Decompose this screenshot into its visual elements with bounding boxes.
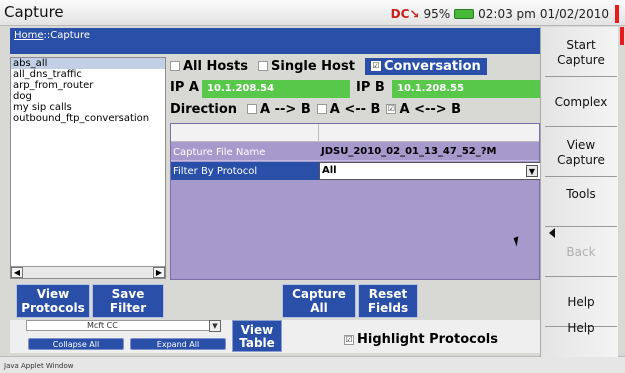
mouse-pointer-icon	[513, 236, 522, 247]
single-host-label: Single Host	[271, 58, 355, 74]
protocol-scroll-text: Mcft CC	[87, 321, 118, 330]
table-header-cell	[171, 124, 319, 142]
underlying-panel: Mcft CC ▼ Collapse All Expand All View Ta…	[10, 320, 540, 353]
table-row[interactable]: Filter By Protocol All ▼	[171, 162, 541, 180]
direction-option-b-to-a[interactable]: A <-- B	[316, 101, 381, 117]
conversation-label: Conversation	[383, 58, 481, 74]
all-hosts-label: All Hosts	[183, 58, 248, 74]
chevron-down-icon[interactable]: ▼	[526, 165, 538, 177]
checkbox-checked-icon[interactable]: ☑	[370, 61, 381, 71]
capture-file-name-label: Capture File Name	[173, 147, 266, 158]
battery-percent: 95%	[423, 7, 451, 21]
ip-b-field[interactable]: 10.1.208.55	[392, 80, 540, 98]
action-buttons: View Protocols Save Filter Capture All Rese…	[10, 284, 540, 318]
status-area: DC↘ 95% 02:03 pm 01/02/2010	[391, 5, 619, 23]
red-indicator	[620, 27, 624, 45]
capture-file-name-value[interactable]: JDSU_2010_02_01_13_47_52_?M	[321, 146, 497, 157]
app-title: Capture	[4, 3, 64, 21]
complex-button[interactable]: Complex	[545, 79, 617, 127]
breadcrumb: Home::Capture	[10, 28, 540, 54]
filter-list-item[interactable]: my sip calls	[11, 102, 165, 113]
save-filter-button[interactable]: Save Filter	[92, 284, 164, 318]
tools-button[interactable]: Tools	[545, 179, 617, 227]
title-bar: Capture DC↘ 95% 02:03 pm 01/02/2010	[0, 0, 625, 26]
breadcrumb-current: Capture	[50, 30, 91, 41]
breadcrumb-home-link[interactable]: Home	[14, 30, 44, 41]
start-capture-button[interactable]: Start Capture	[545, 29, 617, 77]
all-hosts-option[interactable]: All Hosts	[170, 59, 248, 74]
direction-row: Direction A --> B A <-- B ☑ A <--> B	[170, 100, 540, 118]
red-indicator	[615, 5, 619, 23]
direction-b-to-a-label: A <-- B	[329, 101, 381, 117]
ip-a-field[interactable]: 10.1.208.54	[202, 80, 350, 98]
checkbox-checked-icon[interactable]: ☑	[344, 334, 354, 345]
table-row[interactable]: Capture File Name JDSU_2010_02_01_13_47_…	[171, 143, 539, 161]
protocol-select-value: All	[322, 165, 337, 176]
checkbox-icon[interactable]	[316, 104, 327, 114]
view-protocols-button[interactable]: View Protocols	[16, 284, 90, 318]
capture-mode-row: All Hosts Single Host ☑ Conversation	[170, 57, 540, 75]
direction-option-a-to-b[interactable]: A --> B	[247, 102, 311, 117]
filter-list-item[interactable]: outbound_ftp_conversation	[11, 113, 165, 124]
single-host-option[interactable]: Single Host	[258, 59, 355, 74]
ip-row: IP A 10.1.208.54 IP B 10.1.208.55	[170, 80, 540, 98]
clock-date: 01/02/2010	[539, 7, 609, 21]
checkbox-icon[interactable]	[170, 61, 180, 71]
scroll-right-icon[interactable]: ▶	[153, 267, 165, 278]
view-capture-button[interactable]: View Capture	[545, 129, 617, 177]
filter-list-item[interactable]: dog	[11, 91, 165, 102]
filter-list[interactable]: abs_all all_dns_traffic arp_from_router …	[10, 57, 166, 279]
reset-fields-button[interactable]: Reset Fields	[358, 284, 418, 318]
table-header	[171, 124, 539, 142]
chevron-down-icon[interactable]: ▼	[209, 320, 221, 332]
horizontal-scrollbar[interactable]: ◀ ▶	[11, 266, 165, 278]
highlight-protocols-option[interactable]: ☑ Highlight Protocols	[344, 332, 498, 347]
collapse-all-button[interactable]: Collapse All	[28, 338, 124, 350]
direction-a-to-b-label: A --> B	[260, 101, 311, 117]
ip-a-label: IP A	[170, 80, 199, 95]
checkbox-checked-icon[interactable]: ☑	[386, 104, 397, 114]
highlight-protocols-label: Highlight Protocols	[357, 332, 498, 347]
expand-all-button[interactable]: Expand All	[130, 338, 226, 350]
filter-list-item[interactable]: all_dns_traffic	[11, 69, 165, 80]
checkbox-icon[interactable]	[258, 61, 268, 71]
conversation-option[interactable]: ☑ Conversation	[364, 57, 487, 75]
network-connection-icon: DC↘	[390, 7, 420, 21]
capture-settings-table: Capture File Name JDSU_2010_02_01_13_47_…	[170, 123, 541, 280]
help-button-secondary[interactable]: Help	[545, 321, 617, 351]
clock-time: 02:03 pm	[478, 7, 536, 21]
filter-list-item[interactable]: abs_all	[11, 58, 165, 69]
applet-footer: Java Applet Window	[0, 356, 625, 373]
direction-both-label: A <--> B	[399, 101, 462, 117]
protocol-scroll-field[interactable]: Mcft CC ▼	[26, 320, 221, 332]
ip-b-label: IP B	[356, 80, 385, 95]
filter-protocol-label: Filter By Protocol	[173, 166, 258, 177]
checkbox-icon[interactable]	[247, 104, 258, 114]
filter-protocol-label-cell: Filter By Protocol	[171, 162, 319, 180]
help-button[interactable]: Help	[545, 279, 617, 327]
back-button[interactable]: Back	[545, 229, 617, 277]
view-table-button[interactable]: View Table	[232, 320, 282, 352]
capture-all-button[interactable]: Capture All	[282, 284, 356, 318]
scroll-left-icon[interactable]: ◀	[11, 267, 23, 278]
filter-list-item[interactable]: arp_from_router	[11, 80, 165, 91]
direction-option-both[interactable]: ☑ A <--> B	[386, 102, 461, 117]
protocol-select[interactable]: All ▼	[319, 162, 541, 180]
battery-icon	[454, 9, 475, 19]
direction-label: Direction	[170, 101, 238, 117]
softkey-sidebar: Start Capture Complex View Capture Tools B…	[540, 27, 624, 357]
